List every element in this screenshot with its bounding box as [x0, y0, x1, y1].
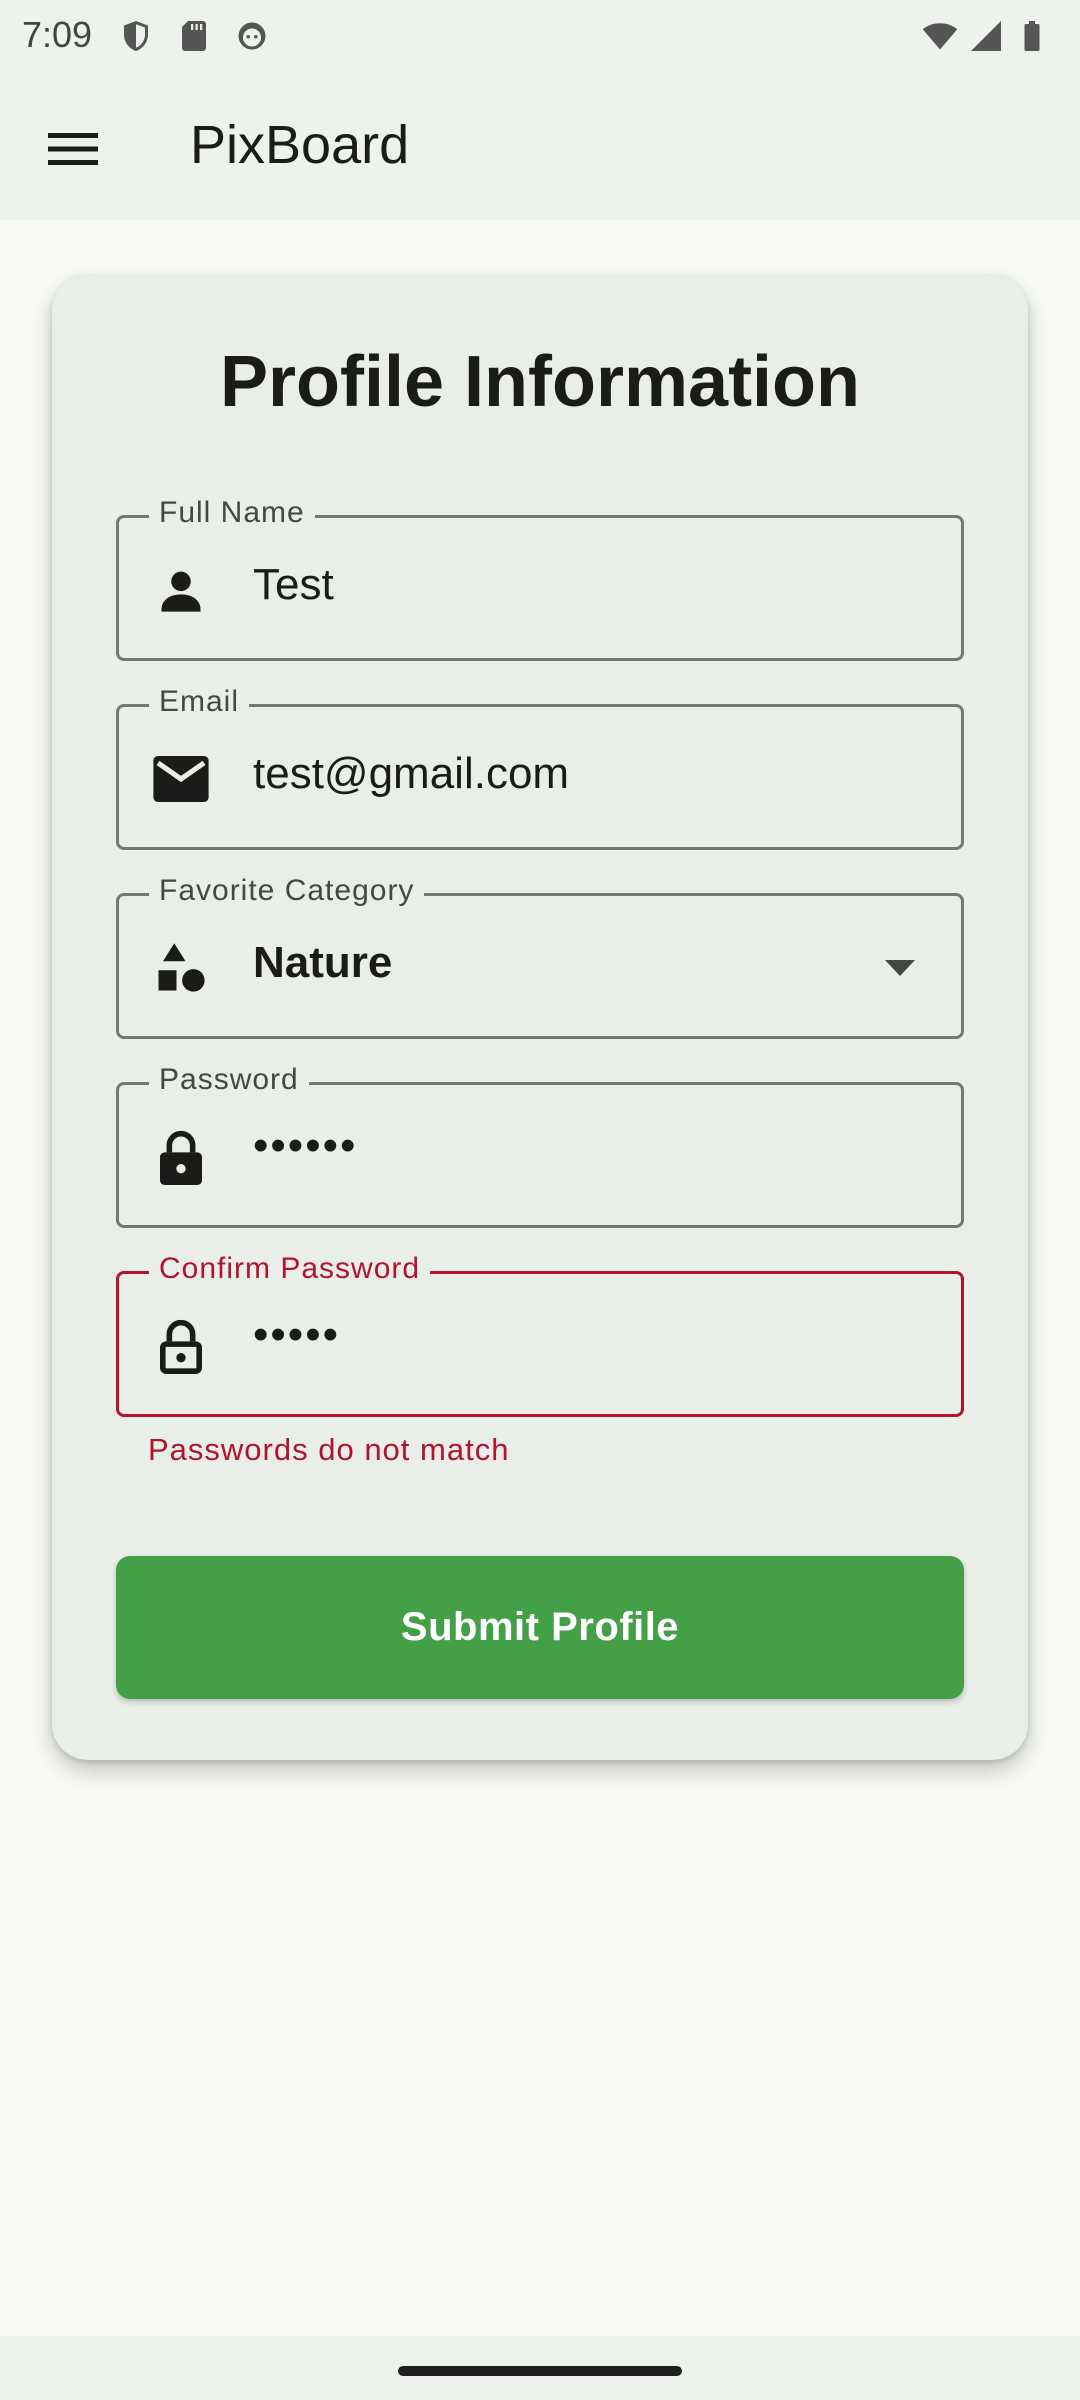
- category-value: Nature: [253, 938, 393, 987]
- submit-profile-label: Submit Profile: [400, 1605, 680, 1649]
- chevron-down-icon: [885, 960, 915, 976]
- home-gesture-handle[interactable]: [398, 2366, 682, 2376]
- category-label: Favorite Category: [149, 874, 425, 908]
- lock-outline-icon: [153, 1318, 209, 1374]
- password-field[interactable]: Password ••••••: [116, 1063, 964, 1228]
- email-value: test@gmail.com: [253, 749, 570, 798]
- person-icon: [153, 562, 209, 618]
- menu-icon: [48, 133, 98, 165]
- app-title: PixBoard: [190, 115, 410, 175]
- status-left-icons: [118, 18, 270, 54]
- password-label: Password: [149, 1063, 309, 1097]
- shield-icon: [124, 21, 148, 51]
- submit-profile-button[interactable]: Submit Profile: [116, 1556, 964, 1699]
- wifi-icon: [922, 23, 958, 50]
- app-bar: PixBoard: [0, 74, 1080, 220]
- full-name-field[interactable]: Full Name Test: [116, 496, 964, 661]
- status-right-icons: [922, 18, 1050, 54]
- confirm-password-field[interactable]: Confirm Password •••••: [116, 1252, 964, 1417]
- status-time: 7:09: [22, 14, 93, 55]
- profile-card: Profile Information Full Name Test Email…: [52, 275, 1028, 1760]
- form-title: Profile Information: [219, 342, 861, 422]
- confirm-password-label: Confirm Password: [149, 1252, 431, 1286]
- full-name-value: Test: [253, 560, 334, 609]
- sd-card-icon: [182, 21, 206, 51]
- mail-icon: [153, 751, 209, 807]
- password-value: ••••••: [253, 1121, 358, 1170]
- category-shapes-icon: [153, 940, 209, 996]
- confirm-password-value: •••••: [253, 1310, 341, 1359]
- cell-signal-icon: [971, 21, 1001, 51]
- category-dropdown[interactable]: Favorite Category Nature: [116, 874, 964, 1039]
- confirm-password-error: Passwords do not match: [148, 1432, 510, 1467]
- menu-button[interactable]: [42, 118, 104, 180]
- full-name-label: Full Name: [149, 496, 315, 530]
- lock-filled-icon: [153, 1129, 209, 1185]
- navigation-bar: [0, 2336, 1080, 2400]
- status-bar: 7:09: [0, 0, 1080, 74]
- email-label: Email: [149, 685, 250, 719]
- android-face-icon: [238, 22, 266, 50]
- email-field[interactable]: Email test@gmail.com: [116, 685, 964, 850]
- battery-icon: [1024, 21, 1040, 51]
